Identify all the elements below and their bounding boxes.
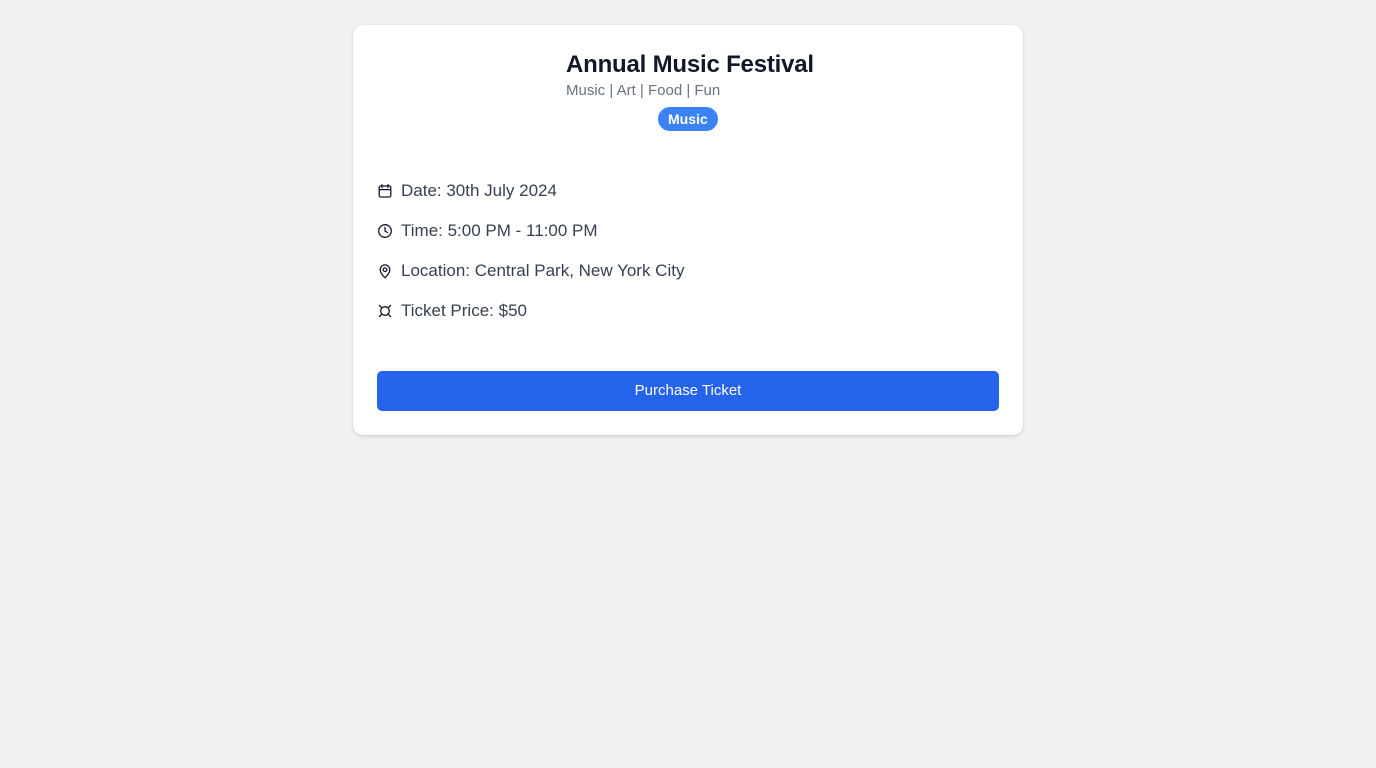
event-title: Annual Music Festival <box>566 51 814 78</box>
category-badge: Music <box>658 107 718 131</box>
detail-price: Ticket Price: $50 <box>377 299 997 323</box>
event-card: Annual Music Festival Music | Art | Food… <box>353 25 1023 435</box>
currency-icon <box>377 303 393 319</box>
calendar-icon <box>377 183 393 199</box>
detail-location-text: Location: Central Park, New York City <box>401 261 685 280</box>
detail-date: Date: 30th July 2024 <box>377 179 997 203</box>
location-pin-icon <box>377 263 393 279</box>
detail-date-text: Date: 30th July 2024 <box>401 181 557 200</box>
event-header: Annual Music Festival Music | Art | Food… <box>566 51 816 101</box>
event-subtitle: Music | Art | Food | Fun <box>566 82 721 99</box>
detail-location: Location: Central Park, New York City <box>377 259 997 283</box>
detail-time: Time: 5:00 PM - 11:00 PM <box>377 219 997 243</box>
purchase-ticket-button[interactable]: Purchase Ticket <box>377 371 999 411</box>
detail-price-text: Ticket Price: $50 <box>401 301 527 320</box>
clock-icon <box>377 223 393 239</box>
detail-time-text: Time: 5:00 PM - 11:00 PM <box>401 221 598 240</box>
event-details: Date: 30th July 2024 Time: 5:00 PM - 11:… <box>377 179 997 339</box>
